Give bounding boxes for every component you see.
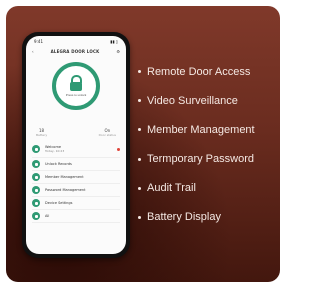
- notification-dot-icon: [117, 147, 120, 151]
- list-item-label: Unlock Records: [45, 162, 72, 166]
- list-item[interactable]: Unlock Records: [32, 158, 120, 171]
- bullet-icon: [138, 70, 141, 73]
- feature-label: Termporary Password: [147, 153, 254, 166]
- bullet-icon: [138, 128, 141, 132]
- bullet-icon: [138, 157, 141, 161]
- app-title: ALEGRA DOOR LOCK: [50, 48, 100, 54]
- status-time: 9:41: [34, 38, 43, 44]
- list-item-label: All: [45, 214, 50, 218]
- list-item[interactable]: Member Management: [32, 171, 120, 184]
- list-item[interactable]: Welcome Today, 10:23: [32, 141, 120, 158]
- unlock-button[interactable]: Press to unlock: [52, 62, 100, 110]
- status-bar: 9:41 ▮▮ ▯: [26, 36, 126, 46]
- bullet-icon: [138, 215, 141, 219]
- settings-icon: [32, 199, 40, 207]
- feature-item: Audit Trail: [138, 181, 255, 196]
- records-icon: [32, 160, 40, 168]
- unlock-label: Press to unlock: [65, 93, 87, 97]
- feature-label: Member Management: [147, 123, 255, 136]
- members-icon: [32, 173, 40, 181]
- bell-icon: [32, 145, 40, 153]
- status-icons: ▮▮ ▯: [110, 38, 118, 44]
- app-header: ‹ ALEGRA DOOR LOCK ⚙: [26, 46, 126, 56]
- feature-card: 9:41 ▮▮ ▯ ‹ ALEGRA DOOR LOCK ⚙ Press to …: [6, 6, 280, 282]
- unlock-area: Press to unlock: [26, 56, 126, 136]
- feature-item: Termporary Password: [138, 152, 255, 167]
- list-item-label: Device Settings: [45, 201, 73, 205]
- feature-list: Remote Door Access Video Surveillance Me…: [138, 64, 255, 239]
- back-arrow-icon[interactable]: ‹: [32, 49, 34, 54]
- list-item-label: Password Management: [45, 188, 86, 192]
- feature-label: Video Surveillance: [147, 94, 238, 107]
- list-item-sub: Today, 10:23: [45, 149, 65, 153]
- feature-item: Video Surveillance: [138, 93, 255, 108]
- settings-gear-icon[interactable]: ⚙: [116, 49, 120, 54]
- lock-body-icon: [70, 82, 82, 91]
- phone-mockup: 9:41 ▮▮ ▯ ‹ ALEGRA DOOR LOCK ⚙ Press to …: [22, 32, 130, 258]
- menu-list: Welcome Today, 10:23 Unlock Records Memb…: [26, 141, 126, 223]
- more-icon: [32, 212, 40, 220]
- bullet-icon: [138, 99, 141, 103]
- feature-label: Remote Door Access: [147, 65, 251, 78]
- app-screen: 9:41 ▮▮ ▯ ‹ ALEGRA DOOR LOCK ⚙ Press to …: [26, 36, 126, 254]
- list-item[interactable]: All: [32, 210, 120, 223]
- password-icon: [32, 186, 40, 194]
- list-item[interactable]: Device Settings: [32, 197, 120, 210]
- list-item-label: Member Management: [45, 175, 84, 179]
- list-item[interactable]: Password Management: [32, 184, 120, 197]
- feature-item: Remote Door Access: [138, 64, 255, 79]
- feature-label: Battery Display: [147, 211, 221, 224]
- bullet-icon: [138, 186, 141, 190]
- feature-label: Audit Trail: [147, 182, 196, 195]
- feature-item: Member Management: [138, 122, 255, 137]
- feature-item: Battery Display: [138, 210, 255, 225]
